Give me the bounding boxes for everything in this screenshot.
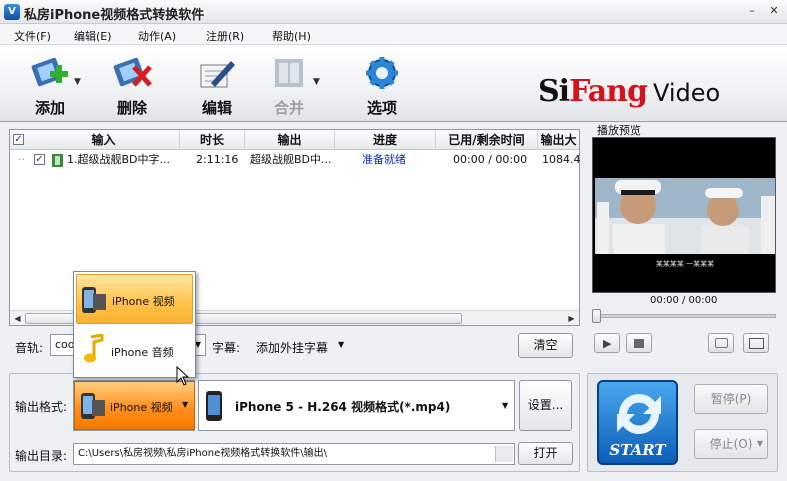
subtitle-select[interactable]: 添加外挂字幕 (256, 339, 328, 356)
row-output: 超级战舰BD中... (250, 153, 332, 166)
row-tree-line: ·· (18, 153, 25, 166)
play-icon: ▶ (603, 337, 612, 350)
stop-button[interactable]: 停止(O) ▼ (694, 429, 768, 459)
stop-preview-button[interactable] (626, 333, 652, 353)
convert-arrows-icon (617, 394, 661, 434)
clear-button[interactable]: 清空 (518, 333, 573, 358)
iphone-video-icon (82, 287, 106, 313)
snapshot-button[interactable] (708, 333, 734, 353)
delete-button[interactable]: 删除 (100, 49, 166, 119)
merge-button[interactable]: ▼ 合并 (257, 49, 333, 119)
settings-button[interactable]: 设置... (519, 380, 572, 431)
subtitle-label: 字幕: (212, 341, 241, 355)
row-checkbox[interactable]: ✓ (34, 154, 45, 165)
menu-help[interactable]: 帮助(H) (272, 28, 311, 44)
app-logo-icon: V (4, 4, 20, 20)
preview-label: 播放预览 (597, 124, 641, 137)
format-category-value: iPhone 视频 (110, 401, 173, 414)
audio-label: 音轨: (15, 341, 44, 355)
col-duration[interactable]: 时长 (180, 130, 245, 150)
delete-film-icon (113, 57, 152, 87)
fullscreen-button[interactable] (743, 333, 769, 353)
gear-icon (366, 57, 398, 89)
stop-icon (634, 339, 644, 348)
seek-slider-thumb[interactable] (592, 309, 601, 323)
title-bar: V 私房iPhone视频格式转换软件 – ✕ (0, 0, 787, 24)
menu-register[interactable]: 注册(R) (206, 28, 244, 44)
video-file-icon (52, 154, 63, 167)
col-time[interactable]: 已用/剩余时间 (436, 130, 538, 150)
edit-label: 编辑 (201, 99, 232, 117)
format-profile-value: iPhone 5 - H.264 视频格式(*.mp4) (235, 400, 451, 414)
merge-film-icon (275, 59, 303, 87)
format-category-selected[interactable]: iPhone 视频 (74, 381, 195, 430)
add-dropdown-icon[interactable]: ▼ (74, 77, 81, 87)
start-label: START (609, 441, 666, 459)
merge-label: 合并 (273, 99, 304, 117)
output-dir-input[interactable]: C:\Users\私房视频\私房iPhone视频格式转换软件\输出\ (73, 443, 515, 465)
pause-button[interactable]: 暂停(P) (694, 384, 768, 414)
brand-logo: SiFang Video (538, 74, 721, 109)
stop-dropdown-icon[interactable]: ▼ (757, 430, 763, 458)
menu-action[interactable]: 动作(A) (138, 28, 176, 44)
minimize-icon[interactable]: – (744, 4, 760, 18)
mouse-cursor-icon (176, 366, 190, 386)
window-icon (749, 338, 764, 349)
window-title: 私房iPhone视频格式转换软件 (24, 8, 205, 23)
menu-item-iphone-audio-label: iPhone 音频 (111, 346, 174, 359)
format-profile-select[interactable]: iPhone 5 - H.264 视频格式(*.mp4) ▼ (198, 380, 515, 431)
add-label: 添加 (34, 99, 65, 117)
preview-caption: 某某某某 一某某某 (656, 260, 714, 268)
menu-item-iphone-video-label: iPhone 视频 (112, 295, 175, 308)
file-list-header: ✓ 输入 时长 输出 进度 已用/剩余时间 输出大 (10, 130, 579, 150)
close-icon[interactable]: ✕ (766, 4, 782, 18)
preview-frame-image: 某某某某 一某某某 (593, 138, 775, 292)
format-profile-dropdown-icon[interactable]: ▼ (502, 401, 508, 410)
seek-slider[interactable] (592, 314, 776, 318)
scroll-left-icon[interactable]: ◀ (11, 312, 24, 325)
output-dir-label: 输出目录: (15, 449, 68, 463)
select-all-checkbox[interactable]: ✓ (13, 134, 24, 145)
menu-item-iphone-video[interactable]: iPhone 视频 (76, 274, 193, 324)
scroll-right-icon[interactable]: ▶ (565, 312, 578, 325)
delete-label: 删除 (116, 99, 147, 117)
row-size: 1084.4 (542, 153, 580, 166)
table-row[interactable]: ·· ✓ 1.超级战舰BD中字... 2:11:16 超级战舰BD中... 准备… (10, 151, 580, 169)
row-duration: 2:11:16 (196, 153, 239, 166)
col-input[interactable]: 输入 (28, 130, 180, 150)
music-note-icon (84, 334, 104, 363)
options-label: 选项 (366, 99, 397, 117)
play-button[interactable]: ▶ (594, 333, 620, 353)
add-button[interactable]: ▼ 添加 (18, 49, 94, 119)
format-category-menu: iPhone 视频 iPhone 音频 (73, 271, 196, 378)
menu-bar: 文件(F) 编辑(E) 动作(A) 注册(R) 帮助(H) (0, 24, 787, 45)
start-button[interactable]: START (597, 380, 678, 465)
preview-video: 某某某某 一某某某 (592, 137, 776, 293)
options-button[interactable]: 选项 (350, 49, 416, 119)
camera-icon (715, 338, 728, 348)
subtitle-dropdown-icon[interactable]: ▼ (338, 340, 344, 349)
dir-browse-icon[interactable] (495, 446, 513, 462)
app-window: V 私房iPhone视频格式转换软件 – ✕ 文件(F) 编辑(E) 动作(A)… (0, 0, 787, 481)
edit-button[interactable]: 编辑 (185, 49, 251, 119)
edit-pen-icon (200, 61, 235, 88)
col-output[interactable]: 输出 (245, 130, 335, 150)
add-film-icon (31, 57, 68, 87)
row-progress: 准备就绪 (362, 153, 406, 166)
row-input: 1.超级战舰BD中字... (67, 153, 171, 166)
preview-time: 00:00 / 00:00 (650, 295, 718, 306)
col-size[interactable]: 输出大 (538, 130, 579, 150)
format-category-dropdown-icon[interactable]: ▼ (182, 400, 188, 409)
iphone-video-icon (81, 393, 105, 419)
merge-dropdown-icon[interactable]: ▼ (313, 77, 320, 87)
menu-edit[interactable]: 编辑(E) (74, 28, 112, 44)
menu-file[interactable]: 文件(F) (14, 28, 51, 44)
open-button[interactable]: 打开 (518, 442, 573, 465)
row-elapsed: 00:00 / 00:00 (453, 153, 528, 166)
iphone-icon (206, 391, 222, 421)
col-progress[interactable]: 进度 (335, 130, 436, 150)
output-format-label: 输出格式: (15, 400, 68, 414)
